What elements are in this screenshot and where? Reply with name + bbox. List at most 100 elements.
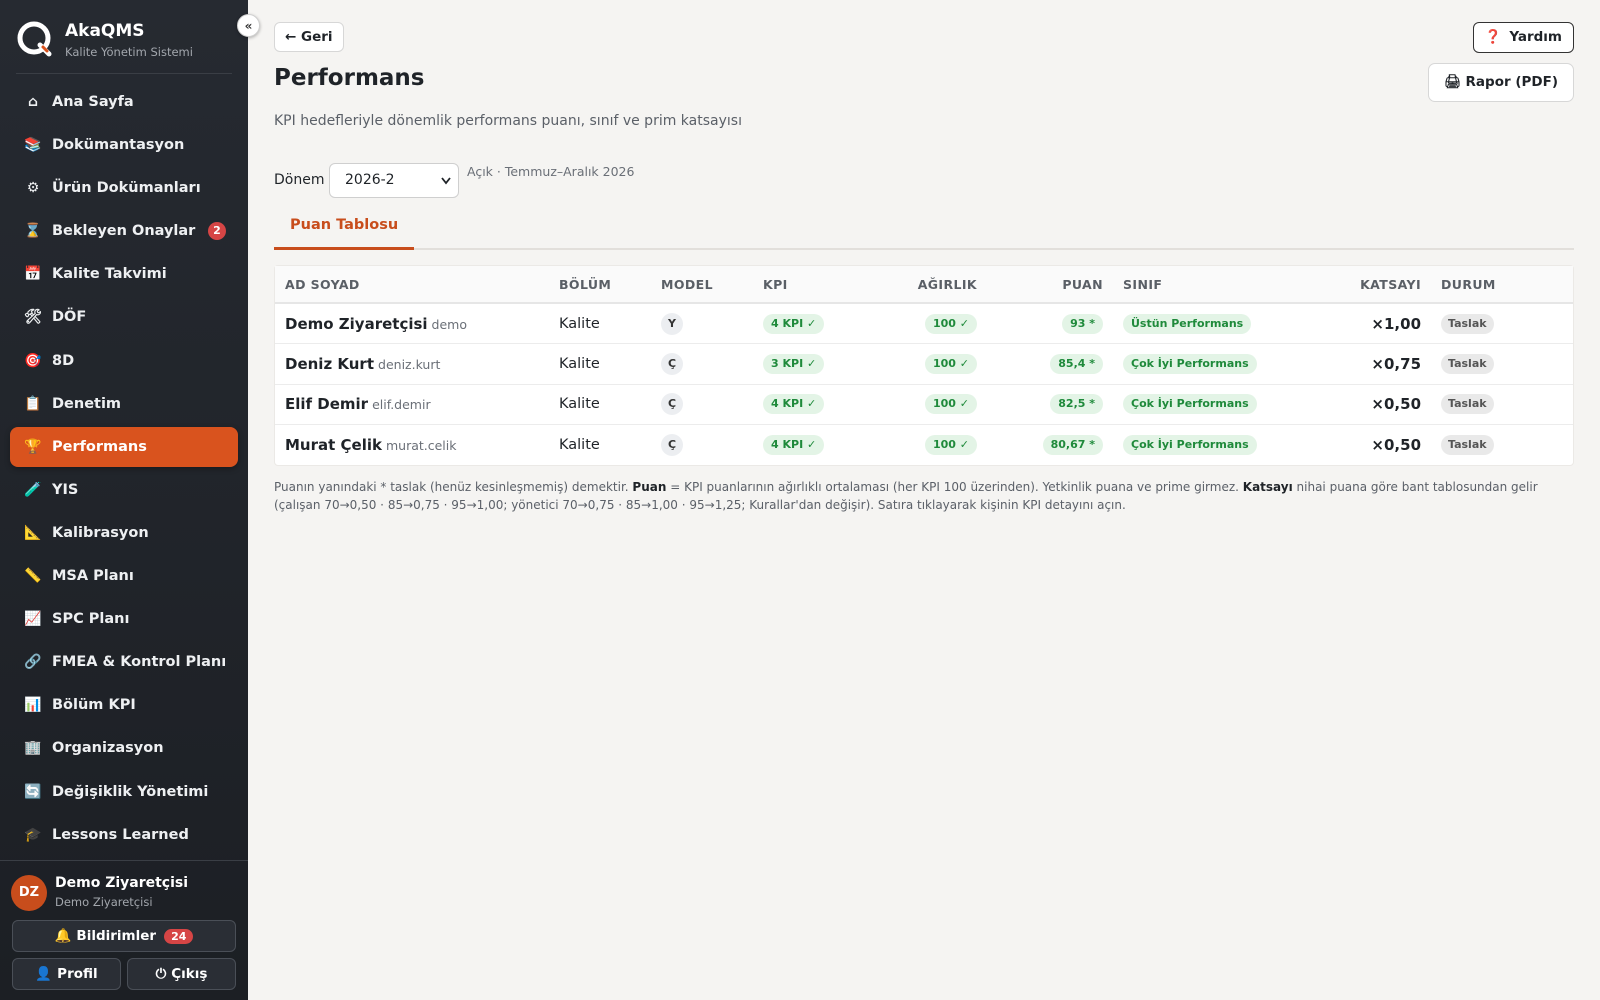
user-name: Demo Ziyaretçisi [55,875,189,891]
class-badge: Çok İyi Performans [1123,435,1257,455]
sidebar-item-lessons-learned[interactable]: 🎓 Lessons Learned [10,815,238,855]
sidebar-item-label: Dokümantasyon [52,137,185,154]
person-username: demo [431,316,467,332]
notifications-button[interactable]: 🔔 Bildirimler 24 [12,920,236,952]
cell-name: Murat Çelik murat.celik [275,425,559,466]
hourglass-icon: ⌛ [24,223,42,240]
cell-department: Kalite [559,315,600,332]
sidebar-item-kalite-takvimi[interactable]: 📅 Kalite Takvimi [10,254,238,294]
column-header-name[interactable]: AD SOYAD [275,266,559,303]
footnote-bold-score: Puan [632,480,667,494]
help-button[interactable]: ❓ Yardım [1472,22,1574,53]
sidebar-item-label: Ana Sayfa [52,94,134,110]
model-badge: Ç [661,393,683,416]
profile-button[interactable]: 👤 Profil [12,958,121,990]
sidebar-item-label: FMEA & Kontrol Planı [52,654,227,671]
table-row[interactable]: Murat Çelik murat.celik Kalite Ç 4 KPI ✓ 100 … [275,425,1573,466]
cell-score: 85,4 * [983,344,1109,385]
sidebar-item-fmea-kontrol-plan[interactable]: 🔗 FMEA & Kontrol Planı [10,642,238,682]
cell-class: Çok İyi Performans [1109,425,1309,466]
cycle-icon: 🔄 [24,783,42,800]
sidebar-item-b-l-m-kpi[interactable]: 📊 Bölüm KPI [10,685,238,725]
sidebar-item-dok-mantasyon[interactable]: 📚 Dokümantasyon [10,125,238,165]
help-label: Yardım [1509,29,1562,45]
tab-bar: Puan Tablosu [274,210,1574,250]
column-header-coefficient[interactable]: KATSAYI [1309,266,1441,303]
back-button[interactable]: ← Geri [274,22,344,52]
tools-icon: 🛠 [24,309,42,326]
user-role: Demo Ziyaretçisi [55,895,153,909]
chevron-down-icon [440,164,452,210]
sidebar-item-label: Kalite Takvimi [52,266,167,283]
cell-department: Kalite [559,396,600,413]
person-username: elif.demir [372,397,431,413]
person-username: murat.celik [385,438,457,453]
status-badge: Taslak [1441,435,1494,455]
model-badge: Ç [661,352,683,375]
brand-name: AkaQMS [65,21,145,41]
sidebar-item-label: Lessons Learned [52,826,189,843]
cell-department: Kalite [559,355,600,372]
power-icon: ⏻ [155,966,167,982]
person-name: Demo Ziyaretçisi [285,314,428,333]
column-header-weight[interactable]: AĞIRLIK [883,266,983,303]
tab-score-table[interactable]: Puan Tablosu [274,210,415,250]
target-icon: 🎯 [24,352,42,369]
weight-badge: 100 ✓ [924,435,977,455]
period-info: Açık · Temmuz–Aralık 2026 [467,164,635,179]
period-select[interactable]: 2026-2 [329,163,459,198]
bell-icon: 🔔 [54,928,72,944]
pending-count-badge: 2 [208,222,226,241]
person-name: Deniz Kurt [285,354,375,373]
sidebar-item-kalibrasyon[interactable]: 📐 Kalibrasyon [10,513,238,553]
sidebar-item-de-i-iklik-y-netimi[interactable]: 🔄 Değişiklik Yönetimi [10,772,238,812]
pdf-report-button[interactable]: 🖨 Rapor (PDF) [1427,63,1574,102]
sidebar-item-bekleyen-onaylar[interactable]: ⌛ Bekleyen Onaylar 2 [10,211,238,251]
clipboard-icon: 📋 [24,395,42,412]
cell-model: Y [661,303,763,344]
sidebar-item-yis[interactable]: 🧪 YIS [10,470,238,510]
logout-button[interactable]: ⏻ Çıkış [127,958,236,990]
footnote: Puanın yanındaki * taslak (henüz kesinle… [274,478,1574,514]
column-header-class[interactable]: SINIF [1109,266,1309,303]
cell-name: Deniz Kurt deniz.kurt [275,344,559,385]
sidebar-item-d-f[interactable]: 🛠 DÖF [10,297,238,337]
logo-icon [17,21,52,57]
class-badge: Çok İyi Performans [1123,353,1257,374]
sidebar-item-8d[interactable]: 🎯 8D [10,341,238,381]
sidebar-item-msa-plan[interactable]: 📏 MSA Planı [10,556,238,596]
cell-class: Çok İyi Performans [1109,384,1309,425]
collapse-sidebar-button[interactable]: « [237,14,260,37]
table-row[interactable]: Elif Demir elif.demir Kalite Ç 4 KPI ✓ 100 ✓ 8… [275,384,1573,425]
period-selected-value: 2026-2 [345,172,395,188]
column-header-score[interactable]: PUAN [983,266,1109,303]
cell-weight: 100 ✓ [883,344,983,385]
model-badge: Y [661,312,683,335]
cell-class: Çok İyi Performans [1109,344,1309,385]
column-header-kpi[interactable]: KPI [763,266,883,303]
sidebar-item-spc-plan[interactable]: 📈 SPC Planı [10,599,238,639]
table-row[interactable]: Deniz Kurt deniz.kurt Kalite Ç 3 KPI ✓ 100 ✓ 8… [275,344,1573,385]
sidebar-item-organizasyon[interactable]: 🏢 Organizasyon [10,728,238,768]
column-header-department[interactable]: BÖLÜM [559,266,661,303]
table-header-row: AD SOYAD BÖLÜM MODEL KPI AĞIRLIK PUAN SI… [275,266,1573,303]
trophy-icon: 🏆 [24,438,42,455]
model-badge: Ç [661,434,683,456]
column-header-model[interactable]: MODEL [661,266,763,303]
sidebar-item-ana-sayfa[interactable]: ⌂ Ana Sayfa [10,82,238,122]
column-header-status[interactable]: DURUM [1441,266,1573,303]
profile-label: Profil [57,966,98,982]
cell-coefficient: ×0,50 [1309,384,1441,425]
avatar[interactable]: DZ [11,875,47,911]
sidebar-item-denetim[interactable]: 📋 Denetim [10,384,238,424]
user-icon: 👤 [35,966,53,982]
footnote-text-2: = KPI puanlarının ağırlıklı ortalaması (… [666,480,1243,494]
sidebar-item-performans[interactable]: 🏆 Performans [10,426,238,467]
status-badge: Taslak [1441,353,1494,374]
brand[interactable]: AkaQMS Kalite Yönetim Sistemi [16,18,232,74]
sidebar-item-r-n-dok-manlar[interactable]: ⚙ Ürün Dokümanları [10,168,238,208]
score-badge: 93 * [1062,313,1103,334]
sidebar-item-label: DÖF [52,309,87,326]
table-row[interactable]: Demo Ziyaretçisi demo Kalite Y 4 KPI ✓ 100 ✓ 9… [275,303,1573,344]
sidebar-item-label: YIS [52,481,79,498]
